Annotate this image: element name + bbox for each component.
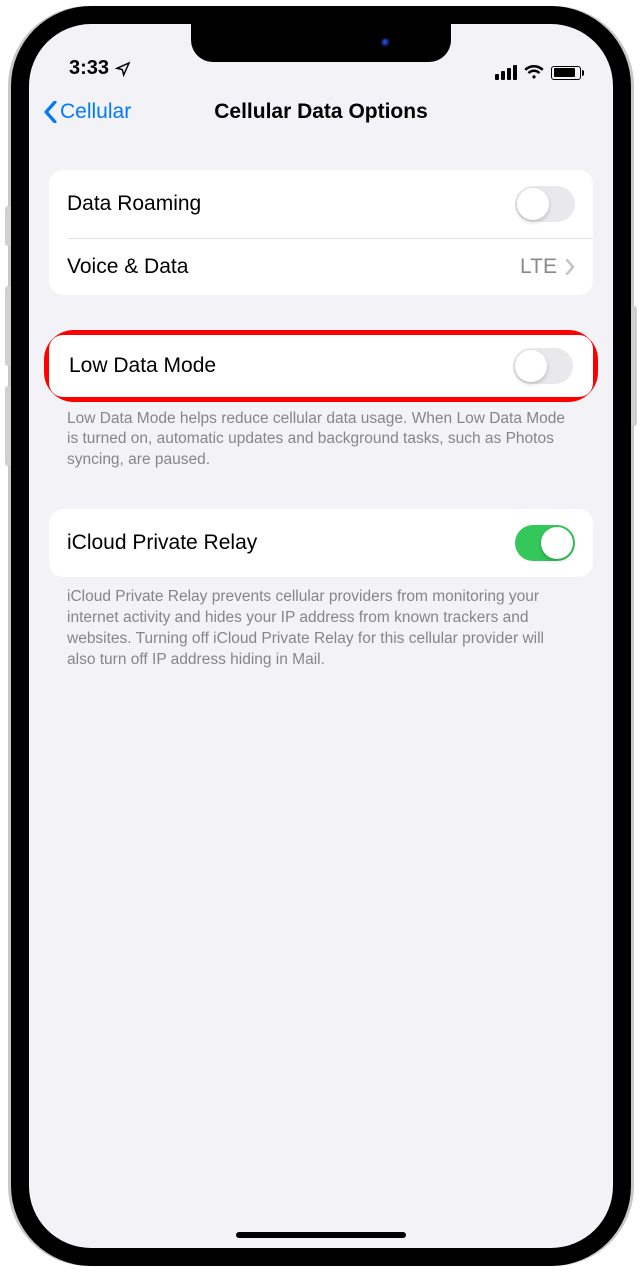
highlight-annotation: Low Data Mode — [44, 330, 598, 402]
settings-group-3: iCloud Private Relay — [49, 509, 593, 577]
side-button — [631, 306, 637, 426]
battery-icon — [551, 66, 581, 80]
home-indicator[interactable] — [236, 1232, 406, 1238]
row-label: Low Data Mode — [69, 354, 216, 378]
footer-text: Low Data Mode helps reduce cellular data… — [49, 399, 593, 472]
data-roaming-toggle[interactable] — [515, 186, 575, 222]
chevron-right-icon — [565, 259, 575, 275]
content: Data Roaming Voice & Data LTE Low Data M… — [29, 140, 613, 671]
wifi-icon — [524, 65, 544, 80]
screen: 3:33 Cellular Cellular Data Options Data… — [29, 24, 613, 1248]
chevron-left-icon — [43, 101, 58, 123]
icloud-private-relay-toggle[interactable] — [515, 525, 575, 561]
settings-group-2: Low Data Mode — [49, 335, 593, 397]
footer-text: iCloud Private Relay prevents cellular p… — [49, 577, 593, 671]
row-icloud-private-relay[interactable]: iCloud Private Relay — [49, 509, 593, 577]
back-label: Cellular — [60, 100, 131, 124]
side-button — [5, 206, 11, 246]
status-time: 3:33 — [69, 57, 109, 80]
row-label: Data Roaming — [67, 192, 201, 216]
row-value: LTE — [520, 255, 557, 279]
row-label: iCloud Private Relay — [67, 531, 257, 555]
row-label: Voice & Data — [67, 255, 188, 279]
settings-group-1: Data Roaming Voice & Data LTE — [49, 170, 593, 295]
row-voice-data[interactable]: Voice & Data LTE — [49, 239, 593, 295]
phone-frame: 3:33 Cellular Cellular Data Options Data… — [11, 6, 631, 1266]
nav-header: Cellular Cellular Data Options — [29, 84, 613, 140]
back-button[interactable]: Cellular — [43, 100, 131, 124]
location-icon — [115, 61, 131, 77]
side-button — [5, 286, 11, 366]
low-data-mode-toggle[interactable] — [513, 348, 573, 384]
row-low-data-mode[interactable]: Low Data Mode — [49, 335, 593, 397]
row-data-roaming[interactable]: Data Roaming — [49, 170, 593, 238]
cellular-signal-icon — [495, 65, 517, 80]
notch — [191, 24, 451, 62]
page-title: Cellular Data Options — [214, 100, 428, 124]
side-button — [5, 386, 11, 466]
